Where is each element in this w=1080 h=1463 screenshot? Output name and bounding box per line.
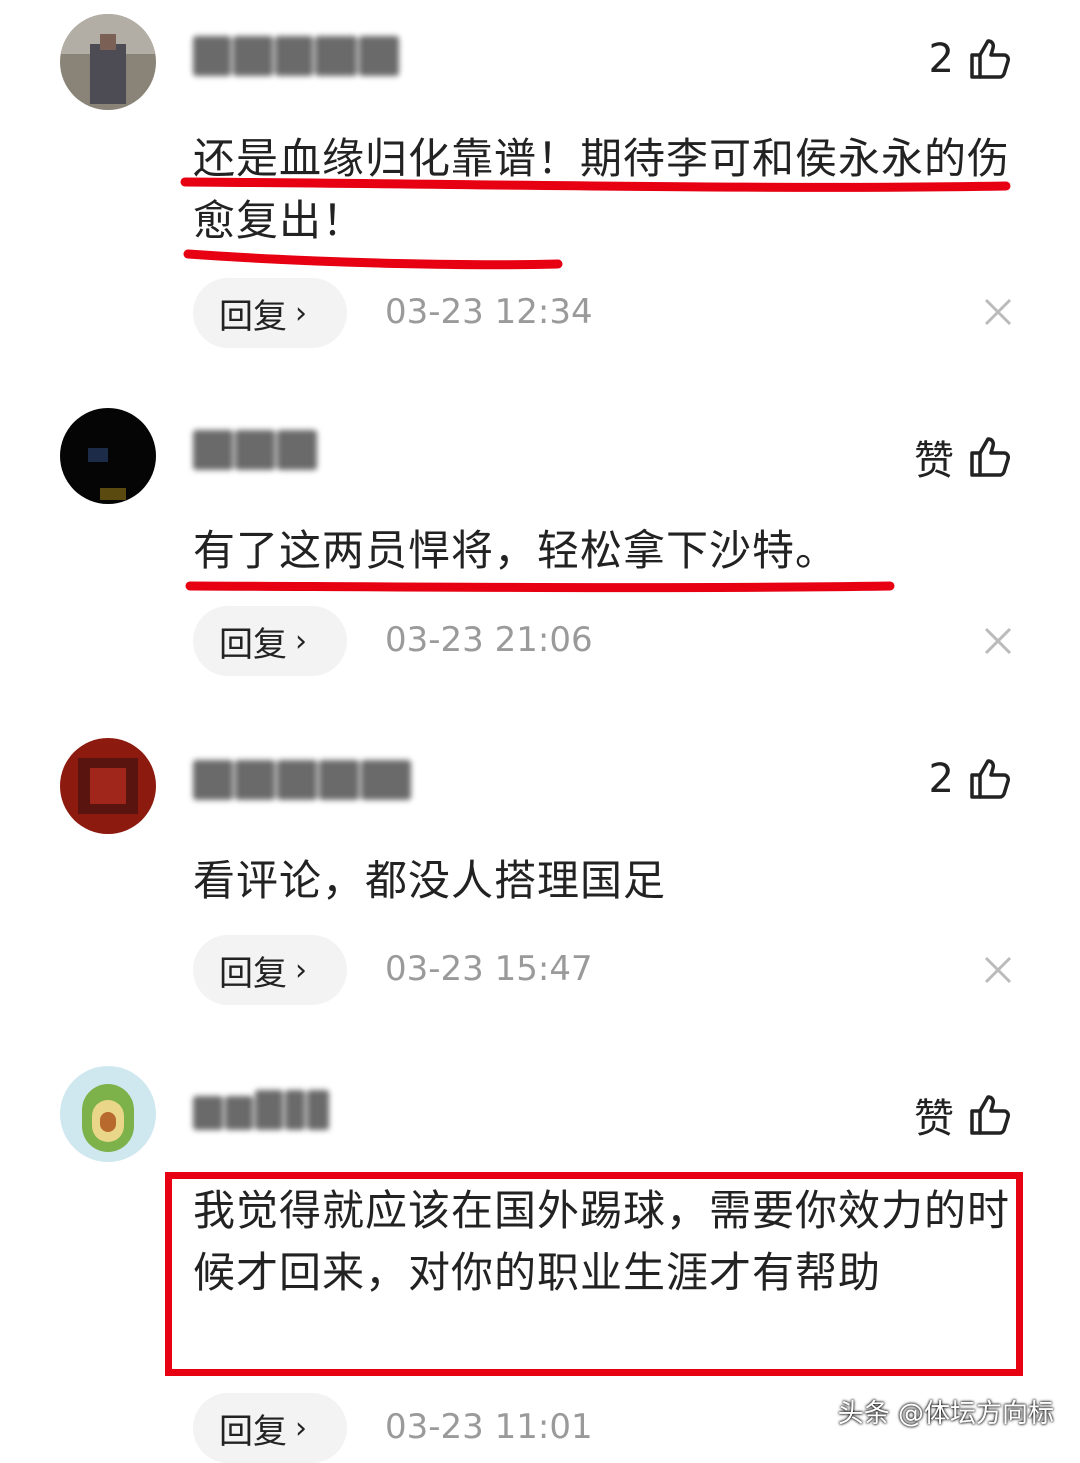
chevron-right-icon: › bbox=[295, 952, 307, 988]
reply-button[interactable]: 回复 › bbox=[193, 935, 347, 1005]
avatar[interactable] bbox=[60, 408, 156, 504]
like-button[interactable]: 赞 bbox=[914, 1086, 1012, 1144]
like-button[interactable]: 2 bbox=[929, 36, 1012, 82]
username-blurred[interactable] bbox=[193, 430, 317, 474]
thumbs-up-icon bbox=[970, 437, 1010, 477]
red-underline bbox=[185, 581, 895, 593]
like-count: 2 bbox=[928, 36, 954, 82]
thumbs-up-icon bbox=[970, 759, 1010, 799]
like-button[interactable]: 2 bbox=[929, 756, 1012, 802]
reply-button[interactable]: 回复 › bbox=[193, 278, 347, 348]
watermark: 头条 @体坛方向标 bbox=[837, 1399, 1054, 1429]
timestamp: 03-23 21:06 bbox=[385, 620, 593, 660]
username-blurred[interactable] bbox=[193, 760, 411, 804]
close-icon[interactable] bbox=[984, 956, 1012, 984]
chevron-right-icon: › bbox=[295, 1410, 307, 1446]
chevron-right-icon: › bbox=[295, 623, 307, 659]
timestamp: 03-23 11:01 bbox=[385, 1407, 593, 1447]
reply-button[interactable]: 回复 › bbox=[193, 1393, 347, 1463]
username-blurred[interactable] bbox=[193, 36, 399, 80]
avatar[interactable] bbox=[60, 14, 156, 110]
close-icon[interactable] bbox=[984, 627, 1012, 655]
close-icon[interactable] bbox=[984, 298, 1012, 326]
thumbs-up-icon bbox=[970, 1095, 1010, 1135]
like-button[interactable]: 赞 bbox=[914, 428, 1012, 486]
timestamp: 03-23 12:34 bbox=[385, 292, 593, 332]
avatar[interactable] bbox=[60, 738, 156, 834]
like-count: 2 bbox=[928, 756, 954, 802]
red-underline bbox=[180, 177, 1011, 270]
comment-text: 看评论，都没人搭理国足 bbox=[193, 856, 667, 905]
timestamp: 03-23 15:47 bbox=[385, 949, 593, 989]
avatar[interactable] bbox=[60, 1066, 156, 1162]
username-blurred[interactable] bbox=[193, 1090, 329, 1134]
thumbs-up-icon bbox=[970, 39, 1010, 79]
comment-text: 我觉得就应该在国外踢球，需要你效力的时候才回来，对你的职业生涯才有帮助 bbox=[193, 1186, 1011, 1297]
like-count: 赞 bbox=[914, 438, 954, 484]
like-count: 赞 bbox=[914, 1096, 954, 1142]
chevron-right-icon: › bbox=[295, 295, 307, 331]
reply-button[interactable]: 回复 › bbox=[193, 606, 347, 676]
